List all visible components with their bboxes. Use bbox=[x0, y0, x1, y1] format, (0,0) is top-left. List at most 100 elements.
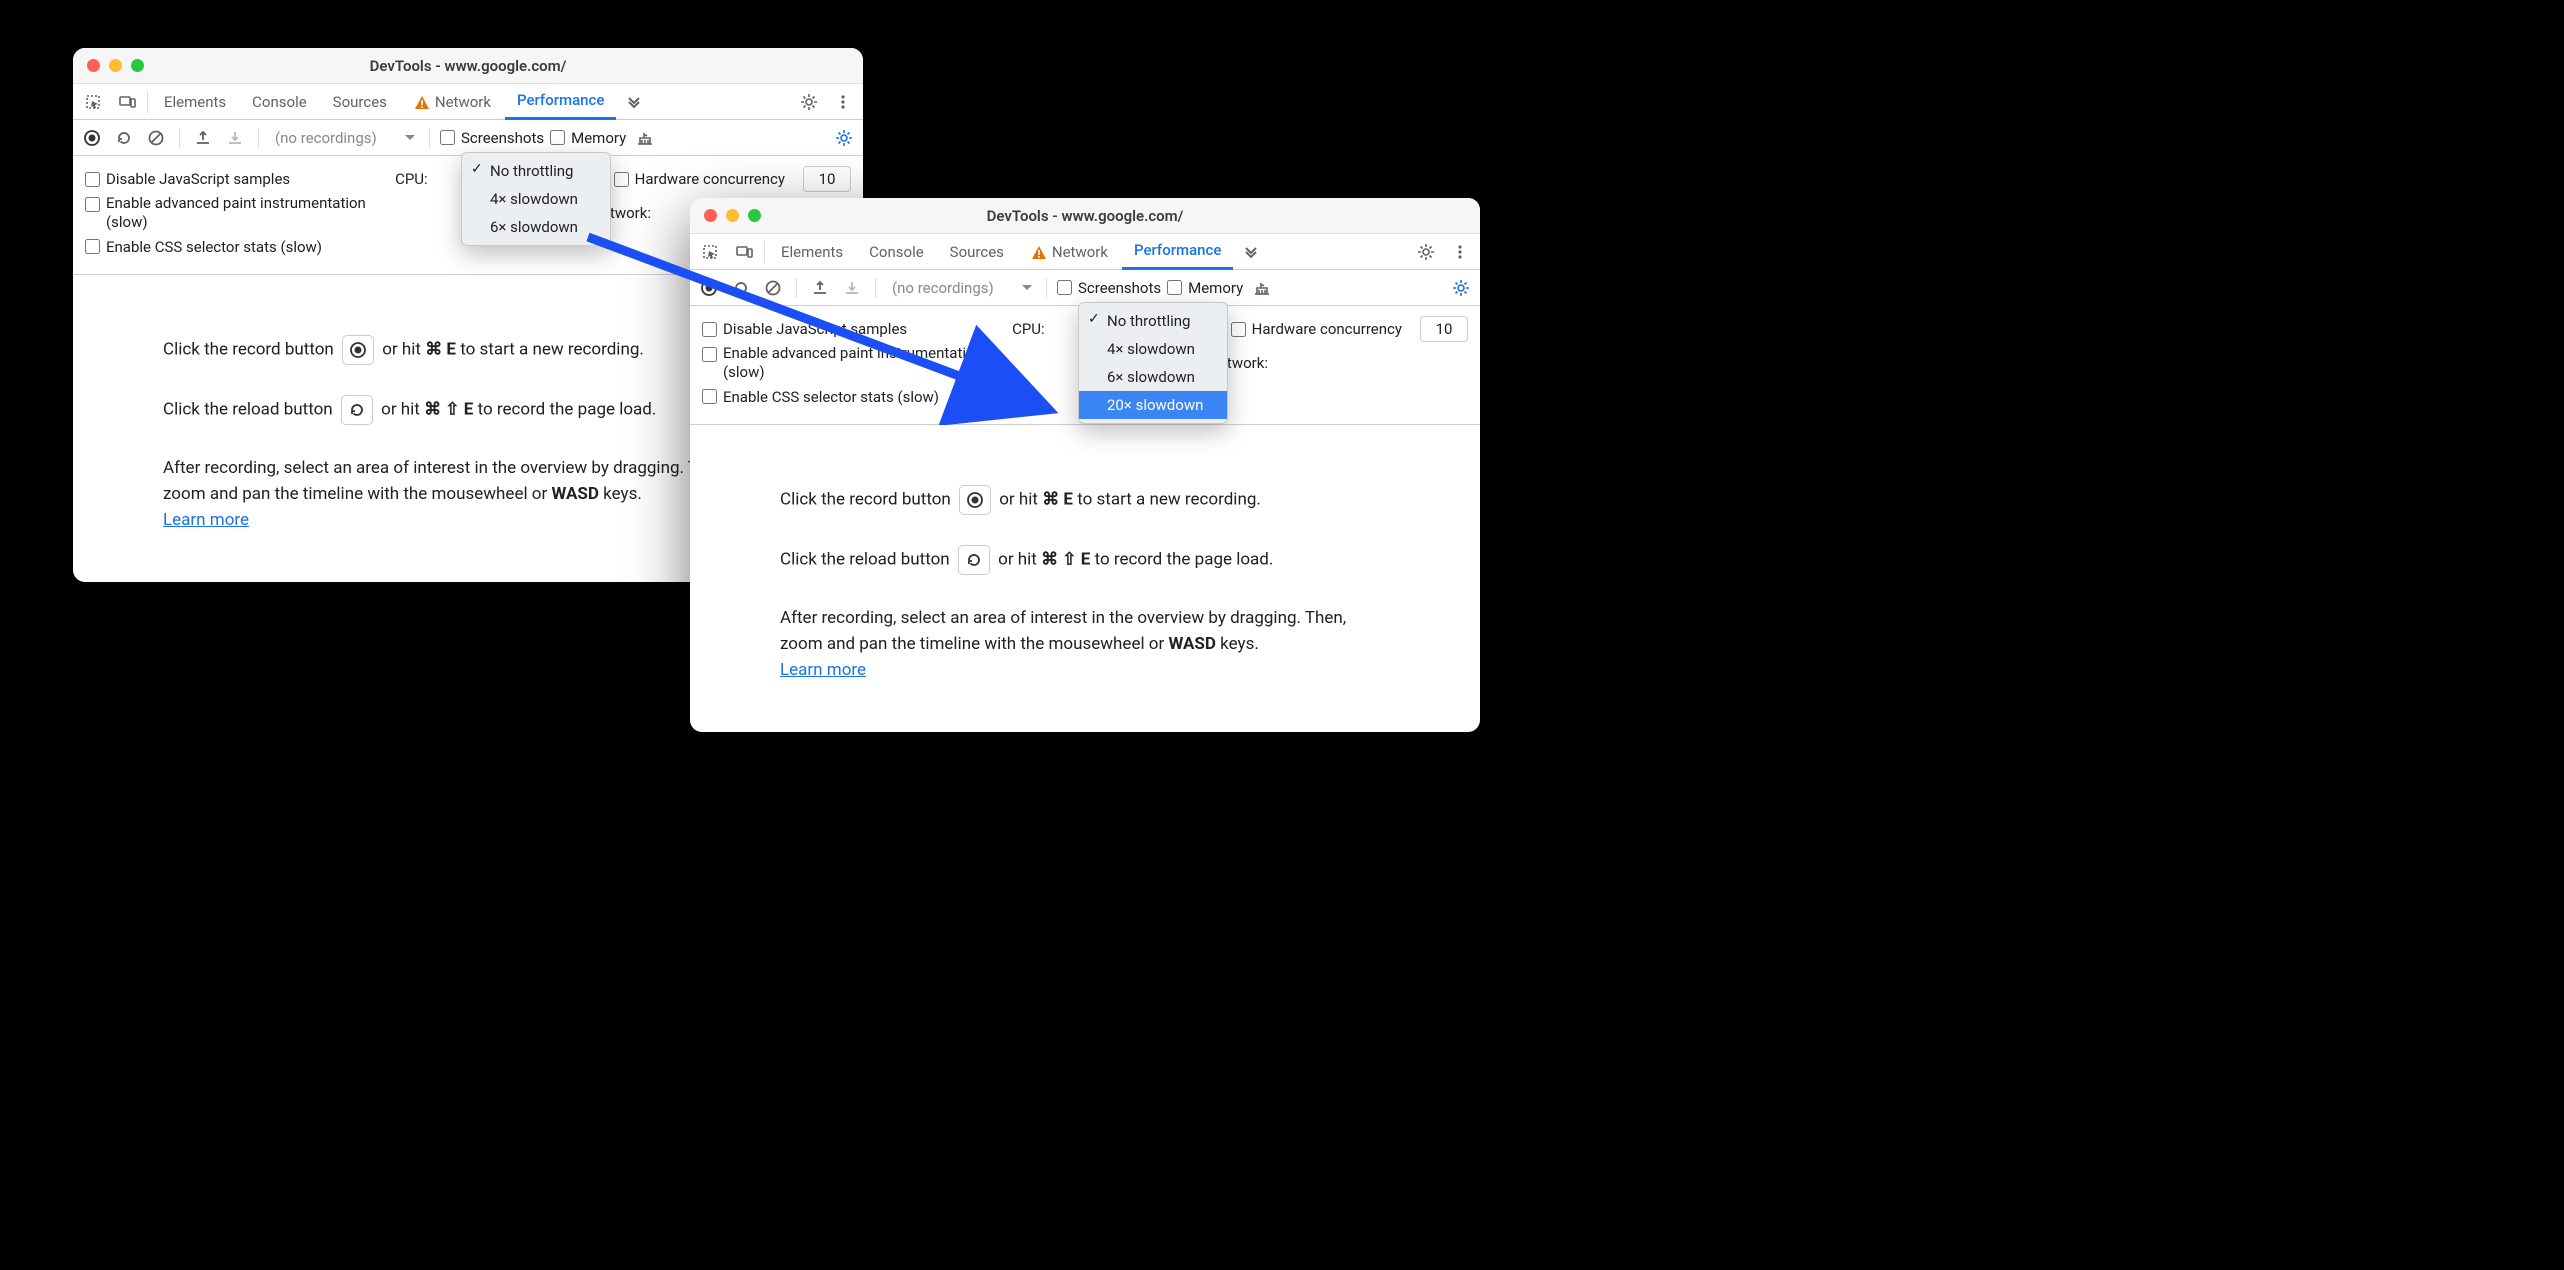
reload-icon bbox=[341, 395, 373, 425]
titlebar[interactable]: DevTools - www.google.com/ bbox=[690, 198, 1480, 234]
hw-concurrency-label: Hardware concurrency bbox=[635, 170, 785, 188]
cpu-option-no-throttling[interactable]: No throttling bbox=[1079, 307, 1227, 335]
settings-icon[interactable] bbox=[793, 86, 825, 118]
advanced-paint-checkbox[interactable]: Enable advanced paint instrumentation (s… bbox=[85, 194, 366, 232]
reload-record-button[interactable] bbox=[111, 125, 137, 151]
recording-selector[interactable]: (no recordings) bbox=[269, 125, 419, 151]
instruction-text: to record the page load. bbox=[478, 399, 657, 419]
memory-checkbox[interactable]: Memory bbox=[550, 129, 626, 147]
instruction-text: to start a new recording. bbox=[1077, 489, 1261, 509]
hw-concurrency-value[interactable]: 10 bbox=[1420, 316, 1468, 342]
window-title: DevTools - www.google.com/ bbox=[73, 57, 863, 75]
learn-more-link[interactable]: Learn more bbox=[780, 660, 866, 680]
record-icon bbox=[342, 335, 374, 365]
tab-network-label: Network bbox=[435, 93, 491, 111]
clear-button[interactable] bbox=[760, 275, 786, 301]
minimize-window-button[interactable] bbox=[726, 209, 739, 222]
screenshots-checkbox[interactable]: Screenshots bbox=[440, 129, 544, 147]
advanced-paint-checkbox[interactable]: Enable advanced paint instrumentation (s… bbox=[702, 344, 983, 382]
css-selector-label: Enable CSS selector stats (slow) bbox=[723, 388, 939, 406]
disable-js-checkbox[interactable]: Disable JavaScript samples bbox=[702, 320, 907, 338]
hw-concurrency-label: Hardware concurrency bbox=[1252, 320, 1402, 338]
separator bbox=[258, 128, 259, 148]
inspect-icon[interactable] bbox=[694, 236, 726, 268]
instruction-text: keys. bbox=[599, 484, 642, 504]
close-window-button[interactable] bbox=[87, 59, 100, 72]
cpu-option-no-throttling[interactable]: No throttling bbox=[462, 157, 610, 185]
instruction-text: to start a new recording. bbox=[460, 339, 644, 359]
devtools-tabbar: Elements Console Sources Network Perform… bbox=[690, 234, 1480, 270]
device-toggle-icon[interactable] bbox=[728, 236, 760, 268]
memory-checkbox[interactable]: Memory bbox=[1167, 279, 1243, 297]
capture-settings-panel: Disable JavaScript samples CPU: Hardware… bbox=[690, 306, 1480, 425]
warning-icon bbox=[413, 94, 429, 110]
gc-button[interactable] bbox=[632, 125, 658, 151]
tab-sources[interactable]: Sources bbox=[938, 234, 1016, 270]
kebab-menu-icon[interactable] bbox=[1444, 236, 1476, 268]
download-button[interactable] bbox=[222, 125, 248, 151]
warning-icon bbox=[1030, 244, 1046, 260]
record-button[interactable] bbox=[79, 125, 105, 151]
cpu-option-4x[interactable]: 4× slowdown bbox=[1079, 335, 1227, 363]
cpu-option-20x[interactable]: 20× slowdown bbox=[1079, 391, 1227, 419]
tab-performance[interactable]: Performance bbox=[505, 84, 616, 120]
advanced-paint-label: Enable advanced paint instrumentation (s… bbox=[106, 194, 366, 232]
hw-concurrency-checkbox[interactable]: Hardware concurrency bbox=[1231, 320, 1402, 338]
performance-toolbar: (no recordings) Screenshots Memory bbox=[73, 120, 863, 156]
instruction-text: Click the record button bbox=[163, 339, 338, 359]
tab-sources[interactable]: Sources bbox=[321, 84, 399, 120]
upload-button[interactable] bbox=[190, 125, 216, 151]
reload-record-button[interactable] bbox=[728, 275, 754, 301]
advanced-paint-label: Enable advanced paint instrumentation (s… bbox=[723, 344, 983, 382]
capture-settings-icon[interactable] bbox=[1448, 275, 1474, 301]
upload-button[interactable] bbox=[807, 275, 833, 301]
tab-elements[interactable]: Elements bbox=[152, 84, 238, 120]
cpu-option-6x[interactable]: 6× slowdown bbox=[462, 213, 610, 241]
learn-more-link[interactable]: Learn more bbox=[163, 510, 249, 530]
separator bbox=[796, 278, 797, 298]
devtools-tabbar: Elements Console Sources Network Perform… bbox=[73, 84, 863, 120]
more-tabs-button[interactable] bbox=[1235, 236, 1267, 268]
zoom-window-button[interactable] bbox=[131, 59, 144, 72]
screenshots-checkbox[interactable]: Screenshots bbox=[1057, 279, 1161, 297]
settings-icon[interactable] bbox=[1410, 236, 1442, 268]
inspect-icon[interactable] bbox=[77, 86, 109, 118]
minimize-window-button[interactable] bbox=[109, 59, 122, 72]
close-window-button[interactable] bbox=[704, 209, 717, 222]
hw-concurrency-value[interactable]: 10 bbox=[803, 166, 851, 192]
instruction-text: to record the page load. bbox=[1095, 549, 1274, 569]
recording-selector[interactable]: (no recordings) bbox=[886, 275, 1036, 301]
titlebar[interactable]: DevTools - www.google.com/ bbox=[73, 48, 863, 84]
tab-network[interactable]: Network bbox=[1018, 234, 1120, 270]
disable-js-checkbox[interactable]: Disable JavaScript samples bbox=[85, 170, 290, 188]
tab-console[interactable]: Console bbox=[240, 84, 319, 120]
keyboard-shortcut: ⌘ E bbox=[1042, 489, 1073, 509]
separator bbox=[429, 128, 430, 148]
cpu-label: CPU: bbox=[1012, 320, 1045, 338]
device-toggle-icon[interactable] bbox=[111, 86, 143, 118]
hw-concurrency-checkbox[interactable]: Hardware concurrency bbox=[614, 170, 785, 188]
clear-button[interactable] bbox=[143, 125, 169, 151]
cpu-throttle-dropdown[interactable]: No throttling 4× slowdown 6× slowdown 20… bbox=[1078, 302, 1228, 424]
kebab-menu-icon[interactable] bbox=[827, 86, 859, 118]
instruction-text: Click the reload button bbox=[163, 399, 337, 419]
tab-elements[interactable]: Elements bbox=[769, 234, 855, 270]
cpu-option-6x[interactable]: 6× slowdown bbox=[1079, 363, 1227, 391]
instructions-panel: Click the record button or hit ⌘ E to st… bbox=[690, 425, 1480, 732]
capture-settings-icon[interactable] bbox=[831, 125, 857, 151]
separator bbox=[875, 278, 876, 298]
css-selector-checkbox[interactable]: Enable CSS selector stats (slow) bbox=[85, 238, 322, 256]
tab-network[interactable]: Network bbox=[401, 84, 503, 120]
gc-button[interactable] bbox=[1249, 275, 1275, 301]
css-selector-checkbox[interactable]: Enable CSS selector stats (slow) bbox=[702, 388, 939, 406]
cpu-option-4x[interactable]: 4× slowdown bbox=[462, 185, 610, 213]
tab-performance[interactable]: Performance bbox=[1122, 234, 1233, 270]
zoom-window-button[interactable] bbox=[748, 209, 761, 222]
cpu-throttle-dropdown[interactable]: No throttling 4× slowdown 6× slowdown bbox=[461, 152, 611, 246]
record-button[interactable] bbox=[696, 275, 722, 301]
more-tabs-button[interactable] bbox=[618, 86, 650, 118]
tab-console[interactable]: Console bbox=[857, 234, 936, 270]
keyboard-shortcut: ⌘ ⇧ E bbox=[424, 399, 473, 419]
download-button[interactable] bbox=[839, 275, 865, 301]
instruction-text: or hit bbox=[382, 339, 425, 359]
